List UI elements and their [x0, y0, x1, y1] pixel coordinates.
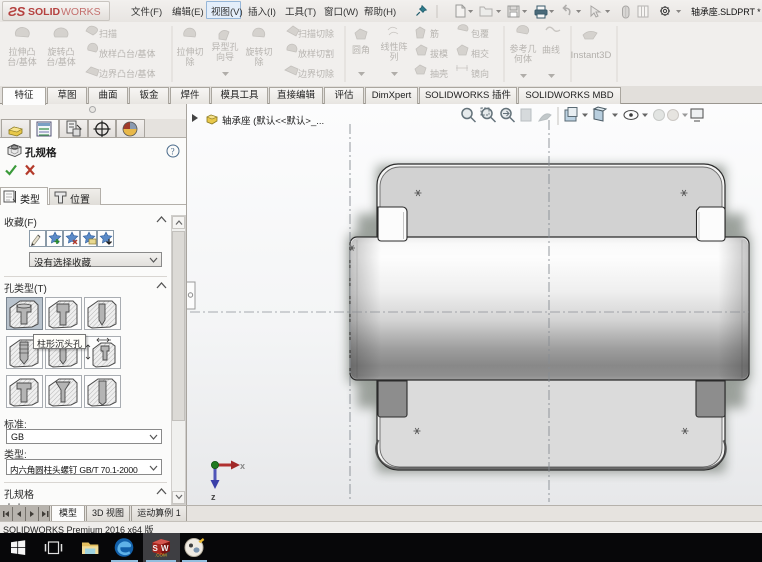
svg-text:台/基体: 台/基体 [7, 56, 37, 67]
svg-text:拉伸凸: 拉伸凸 [8, 46, 35, 57]
svg-text:旋转切: 旋转切 [245, 46, 272, 57]
svg-text:放样凸台/基体: 放样凸台/基体 [99, 48, 156, 59]
svg-text:Instant3D: Instant3D [571, 50, 612, 61]
svg-text:圆角: 圆角 [352, 44, 370, 55]
svg-text:筋: 筋 [430, 28, 439, 39]
svg-text:拉伸切: 拉伸切 [176, 46, 203, 57]
svg-text:向导: 向导 [216, 51, 234, 62]
svg-text:扫描: 扫描 [99, 28, 117, 39]
svg-text:.COM: .COM [155, 553, 167, 558]
svg-text:台/基体: 台/基体 [46, 56, 76, 67]
svg-text:除: 除 [185, 56, 194, 67]
svg-text:拔模: 拔模 [430, 48, 448, 59]
svg-text:WORKS: WORKS [61, 6, 101, 18]
svg-text:何体: 何体 [514, 53, 532, 64]
svg-text:边界切除: 边界切除 [298, 68, 334, 79]
svg-text:参考几: 参考几 [509, 43, 536, 54]
svg-text:除: 除 [254, 56, 263, 67]
svg-text:曲线: 曲线 [542, 44, 560, 55]
svg-text:边界凸台/基体: 边界凸台/基体 [99, 68, 156, 79]
svg-text:ƧS: ƧS [8, 4, 26, 19]
svg-text:镜向: 镜向 [471, 68, 489, 79]
svg-text:列: 列 [389, 51, 398, 62]
svg-text:z: z [211, 492, 216, 502]
svg-text:线性阵: 线性阵 [380, 41, 407, 52]
svg-text:包覆: 包覆 [471, 28, 489, 39]
svg-text:x: x [240, 461, 245, 471]
svg-text:SOLID: SOLID [28, 6, 61, 18]
svg-text:抽壳: 抽壳 [430, 68, 448, 79]
svg-text:旋转凸: 旋转凸 [47, 46, 74, 57]
svg-text:?: ? [171, 146, 175, 156]
svg-text:相交: 相交 [471, 48, 489, 59]
svg-text:放样切割: 放样切割 [298, 48, 334, 59]
svg-text:异型孔: 异型孔 [211, 42, 238, 52]
svg-text:扫描切除: 扫描切除 [298, 28, 334, 39]
